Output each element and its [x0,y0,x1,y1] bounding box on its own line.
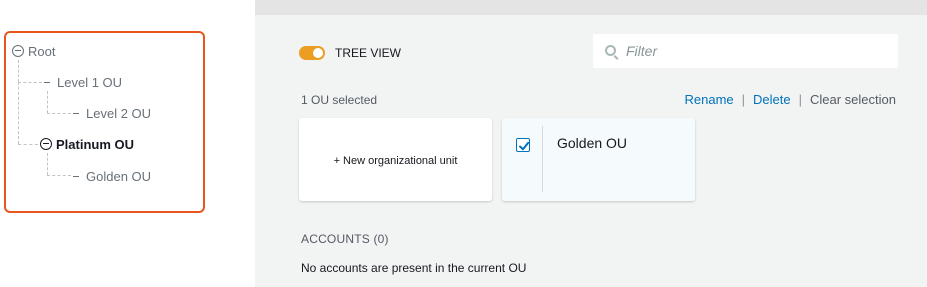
checkmark-icon [519,141,530,151]
accounts-title: ACCOUNTS (0) [301,232,389,246]
dash-icon [73,176,79,177]
tree-node-label: Level 1 OU [57,75,123,90]
ou-checkbox[interactable] [516,138,530,152]
tree-node-label: Root [28,44,56,59]
tree-node-level2[interactable]: Level 2 OU [73,106,151,122]
tree-node-platinum[interactable]: Platinum OU [40,137,134,153]
tree-connector [47,153,48,175]
tree-node-level1[interactable]: Level 1 OU [44,75,122,91]
separator: | [741,92,746,107]
card-divider [542,126,543,192]
rename-link[interactable]: Rename [685,92,734,107]
tree-node-label: Platinum OU [56,137,135,152]
tree-view-toggle[interactable] [299,46,325,60]
search-icon [605,45,616,56]
main-content: TREE VIEW 1 OU selected Rename | Delete | Cl… [255,0,927,287]
selection-actions: Rename | Delete | Clear selection [685,92,897,107]
ou-tree-panel: Root Level 1 OU Level 2 OU Platinum OU G… [0,0,255,287]
tree-connector [18,82,42,83]
toggle-knob [313,48,323,58]
tree-view-label: TREE VIEW [335,46,402,60]
new-ou-card[interactable]: + New organizational unit [299,118,492,201]
tree-node-label: Golden OU [86,169,152,184]
separator: | [798,92,802,107]
top-strip [255,0,927,15]
selected-count: 1 OU selected [301,93,378,107]
filter-input[interactable] [626,34,886,68]
ou-card-golden[interactable]: Golden OU [502,118,695,201]
collapse-icon[interactable] [12,45,24,57]
dash-icon [44,82,50,83]
tree-connector [47,113,71,114]
tree-connector [18,60,19,82]
new-ou-label: + New organizational unit [333,155,458,167]
dash-icon [73,113,79,114]
accounts-empty-message: No accounts are present in the current O… [301,261,527,275]
tree-node-root[interactable]: Root [12,44,55,60]
tree-node-label: Level 2 OU [86,106,152,121]
tree-connector [47,91,48,113]
clear-selection-link[interactable]: Clear selection [810,92,896,107]
collapse-icon[interactable] [40,138,52,150]
ou-name: Golden OU [557,135,628,151]
filter-box[interactable] [593,34,898,68]
tree-connector [18,144,38,145]
tree-node-golden[interactable]: Golden OU [73,169,151,185]
delete-link[interactable]: Delete [753,92,791,107]
tree-connector [18,82,19,144]
tree-connector [47,175,71,176]
